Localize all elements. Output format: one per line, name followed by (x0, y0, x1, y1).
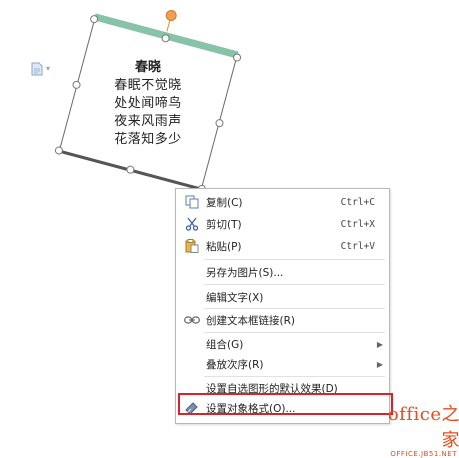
menu-label: 叠放次序(R) (206, 358, 264, 371)
copy-icon (184, 194, 200, 210)
menu-shortcut: Ctrl+C (340, 196, 375, 208)
watermark-url: OFFICE.JB51.NET (390, 450, 457, 458)
menu-item-create-link[interactable]: 创建文本框链接(R) (176, 309, 389, 331)
dropdown-arrow-icon[interactable]: ▾ (46, 64, 50, 73)
poem-text: 春晓 春眠不觉晓 处处闻啼鸟 夜来风雨声 花落知多少 (74, 36, 222, 172)
menu-label: 组合(G) (206, 338, 244, 351)
context-menu: 复制(C) Ctrl+C 剪切(T) Ctrl+X 粘贴(P) Ctrl+V 另… (175, 188, 390, 424)
menu-label: 剪切(T) (206, 218, 242, 231)
menu-item-group[interactable]: 组合(G) ▶ (176, 333, 389, 355)
watermark-logo: office之家 OFFICE.JB51.NET (370, 400, 459, 458)
menu-separator (204, 259, 385, 260)
clipboard-icon (184, 238, 200, 254)
menu-label: 编辑文字(X) (206, 291, 264, 304)
link-icon (184, 312, 200, 328)
poem-line: 处处闻啼鸟 (114, 96, 182, 111)
menu-label: 粘贴(P) (206, 240, 242, 253)
poem-line: 春眠不觉晓 (114, 78, 182, 93)
poem-line: 夜来风雨声 (114, 114, 182, 129)
menu-label: 创建文本框链接(R) (206, 314, 295, 327)
scissors-icon (184, 216, 200, 232)
menu-separator (204, 284, 385, 285)
text-box-shape[interactable]: 春晓 春眠不觉晓 处处闻啼鸟 夜来风雨声 花落知多少 (54, 8, 242, 194)
menu-item-save-as-image[interactable]: 另存为图片(S)... (176, 261, 389, 283)
menu-item-edit-text[interactable]: 编辑文字(X) (176, 286, 389, 308)
menu-label: 复制(C) (206, 196, 243, 209)
menu-item-copy[interactable]: 复制(C) Ctrl+C (176, 191, 389, 213)
menu-shortcut: Ctrl+V (340, 240, 375, 252)
menu-shortcut: Ctrl+X (340, 218, 375, 230)
poem-title: 春晓 (134, 60, 161, 75)
menu-item-cut[interactable]: 剪切(T) Ctrl+X (176, 213, 389, 235)
menu-item-order[interactable]: 叠放次序(R) ▶ (176, 353, 389, 375)
submenu-arrow-icon: ▶ (376, 339, 383, 349)
highlight-box (178, 393, 393, 415)
poem-line: 花落知多少 (114, 132, 182, 147)
document-icon[interactable] (30, 62, 44, 76)
menu-item-paste[interactable]: 粘贴(P) Ctrl+V (176, 235, 389, 257)
menu-label: 另存为图片(S)... (206, 266, 284, 279)
rotation-handle[interactable] (164, 8, 178, 23)
submenu-arrow-icon: ▶ (376, 359, 383, 369)
watermark-main: office之家 (387, 404, 459, 451)
